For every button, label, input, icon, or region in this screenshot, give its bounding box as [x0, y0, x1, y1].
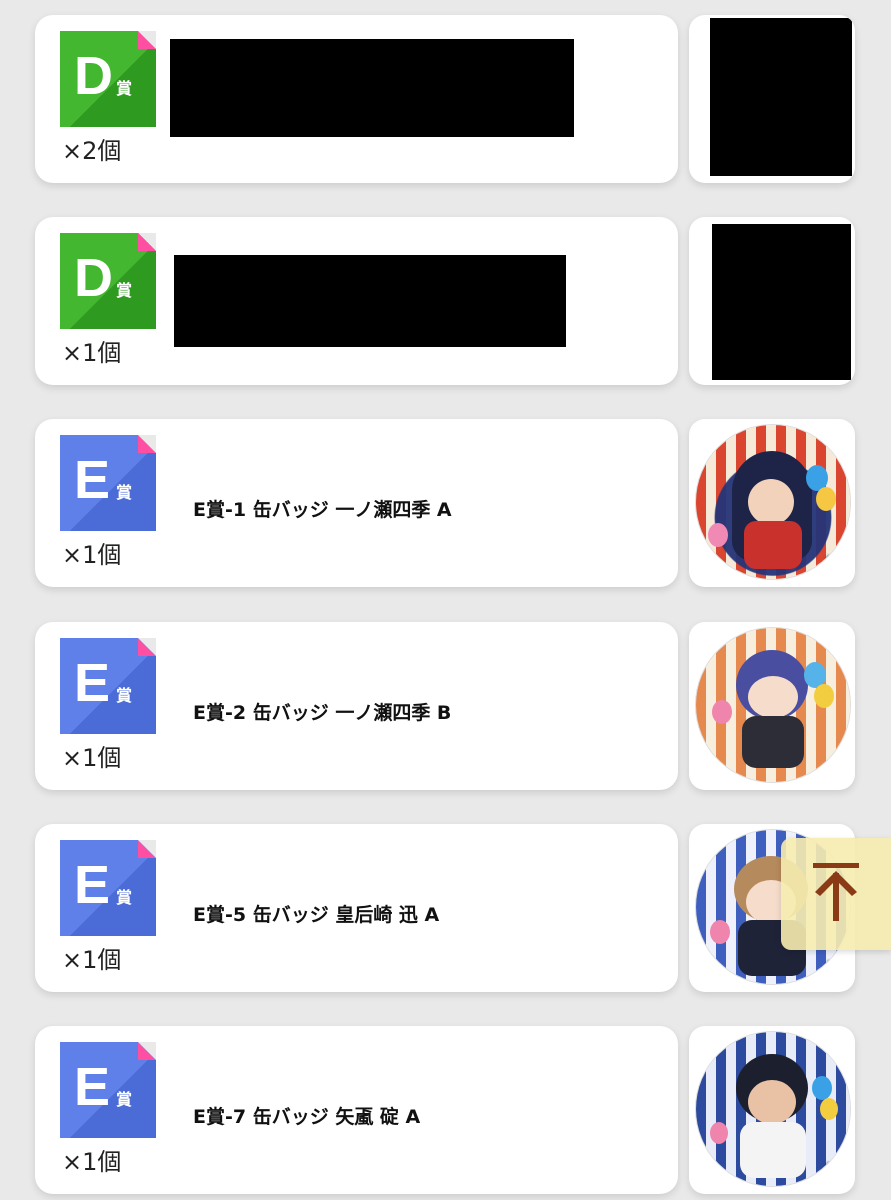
prize-row[interactable]: D 賞 ×2個	[0, 15, 891, 185]
can-badge-image	[696, 628, 850, 782]
prize-grade-letter: D	[74, 46, 113, 106]
prize-grade-suffix: 賞	[116, 281, 133, 300]
d-prize-icon: D 賞	[60, 31, 156, 127]
prize-quantity: ×1個	[62, 339, 122, 367]
prize-row[interactable]: E 賞 ×1個 E賞-2 缶バッジ 一ノ瀬四季 B	[0, 622, 891, 792]
prize-row[interactable]: E 賞 ×1個 E賞-1 缶バッジ 一ノ瀬四季 A SHIKI ICHINOSE	[0, 419, 891, 589]
prize-quantity: ×1個	[62, 744, 122, 772]
redacted-image	[712, 224, 851, 380]
prize-row[interactable]: E 賞 ×1個 E賞-5 缶バッジ 皇后崎 迅 A JIN KOUGASAKI	[0, 824, 891, 994]
prize-card[interactable]: D 賞 ×2個	[35, 15, 678, 183]
prize-card[interactable]: D 賞 ×1個	[35, 217, 678, 385]
prize-title: E賞-7 缶バッジ 矢颪 碇 A	[193, 1106, 421, 1128]
prize-grade-letter: D	[74, 248, 113, 308]
prize-grade-letter: E	[74, 653, 111, 713]
prize-row[interactable]: E 賞 ×1個 E賞-7 缶バッジ 矢颪 碇 A IKARI YAOROSHI	[0, 1026, 891, 1196]
prize-grade-suffix: 賞	[116, 1090, 133, 1109]
e-prize-icon: E 賞	[60, 435, 156, 531]
redacted-title	[170, 39, 574, 137]
prize-thumbnail[interactable]: IKARI YAOROSHI	[689, 1026, 855, 1194]
prize-title: E賞-5 缶バッジ 皇后崎 迅 A	[193, 904, 440, 926]
prize-card[interactable]: E 賞 ×1個 E賞-2 缶バッジ 一ノ瀬四季 B	[35, 622, 678, 790]
prize-row[interactable]: D 賞 ×1個	[0, 217, 891, 387]
prize-title: E賞-1 缶バッジ 一ノ瀬四季 A	[193, 499, 452, 521]
prize-card[interactable]: E 賞 ×1個 E賞-5 缶バッジ 皇后崎 迅 A	[35, 824, 678, 992]
e-prize-icon: E 賞	[60, 1042, 156, 1138]
prize-thumbnail[interactable]	[689, 15, 855, 183]
can-badge-image: IKARI YAOROSHI	[696, 1032, 850, 1186]
e-prize-icon: E 賞	[60, 638, 156, 734]
prize-quantity: ×1個	[62, 946, 122, 974]
prize-title: E賞-2 缶バッジ 一ノ瀬四季 B	[193, 702, 452, 724]
d-prize-icon: D 賞	[60, 233, 156, 329]
prize-grade-suffix: 賞	[116, 686, 133, 705]
redacted-title	[174, 255, 566, 347]
prize-grade-letter: E	[74, 1057, 111, 1117]
prize-thumbnail[interactable]: SHIKI ICHINOSE	[689, 419, 855, 587]
prize-grade-suffix: 賞	[116, 79, 133, 98]
prize-grade-letter: E	[74, 450, 111, 510]
prize-card[interactable]: E 賞 ×1個 E賞-7 缶バッジ 矢颪 碇 A	[35, 1026, 678, 1194]
arrow-up-to-top-icon	[811, 861, 861, 927]
prize-grade-suffix: 賞	[116, 483, 133, 502]
prize-quantity: ×1個	[62, 1148, 122, 1176]
prize-thumbnail[interactable]	[689, 622, 855, 790]
prize-grade-letter: E	[74, 855, 111, 915]
can-badge-image: SHIKI ICHINOSE	[696, 425, 850, 579]
e-prize-icon: E 賞	[60, 840, 156, 936]
prize-quantity: ×1個	[62, 541, 122, 569]
scroll-to-top-button[interactable]	[781, 838, 891, 950]
prize-card[interactable]: E 賞 ×1個 E賞-1 缶バッジ 一ノ瀬四季 A	[35, 419, 678, 587]
redacted-image	[710, 18, 852, 176]
prize-thumbnail[interactable]	[689, 217, 855, 385]
prize-quantity: ×2個	[62, 137, 122, 165]
prize-grade-suffix: 賞	[116, 888, 133, 907]
